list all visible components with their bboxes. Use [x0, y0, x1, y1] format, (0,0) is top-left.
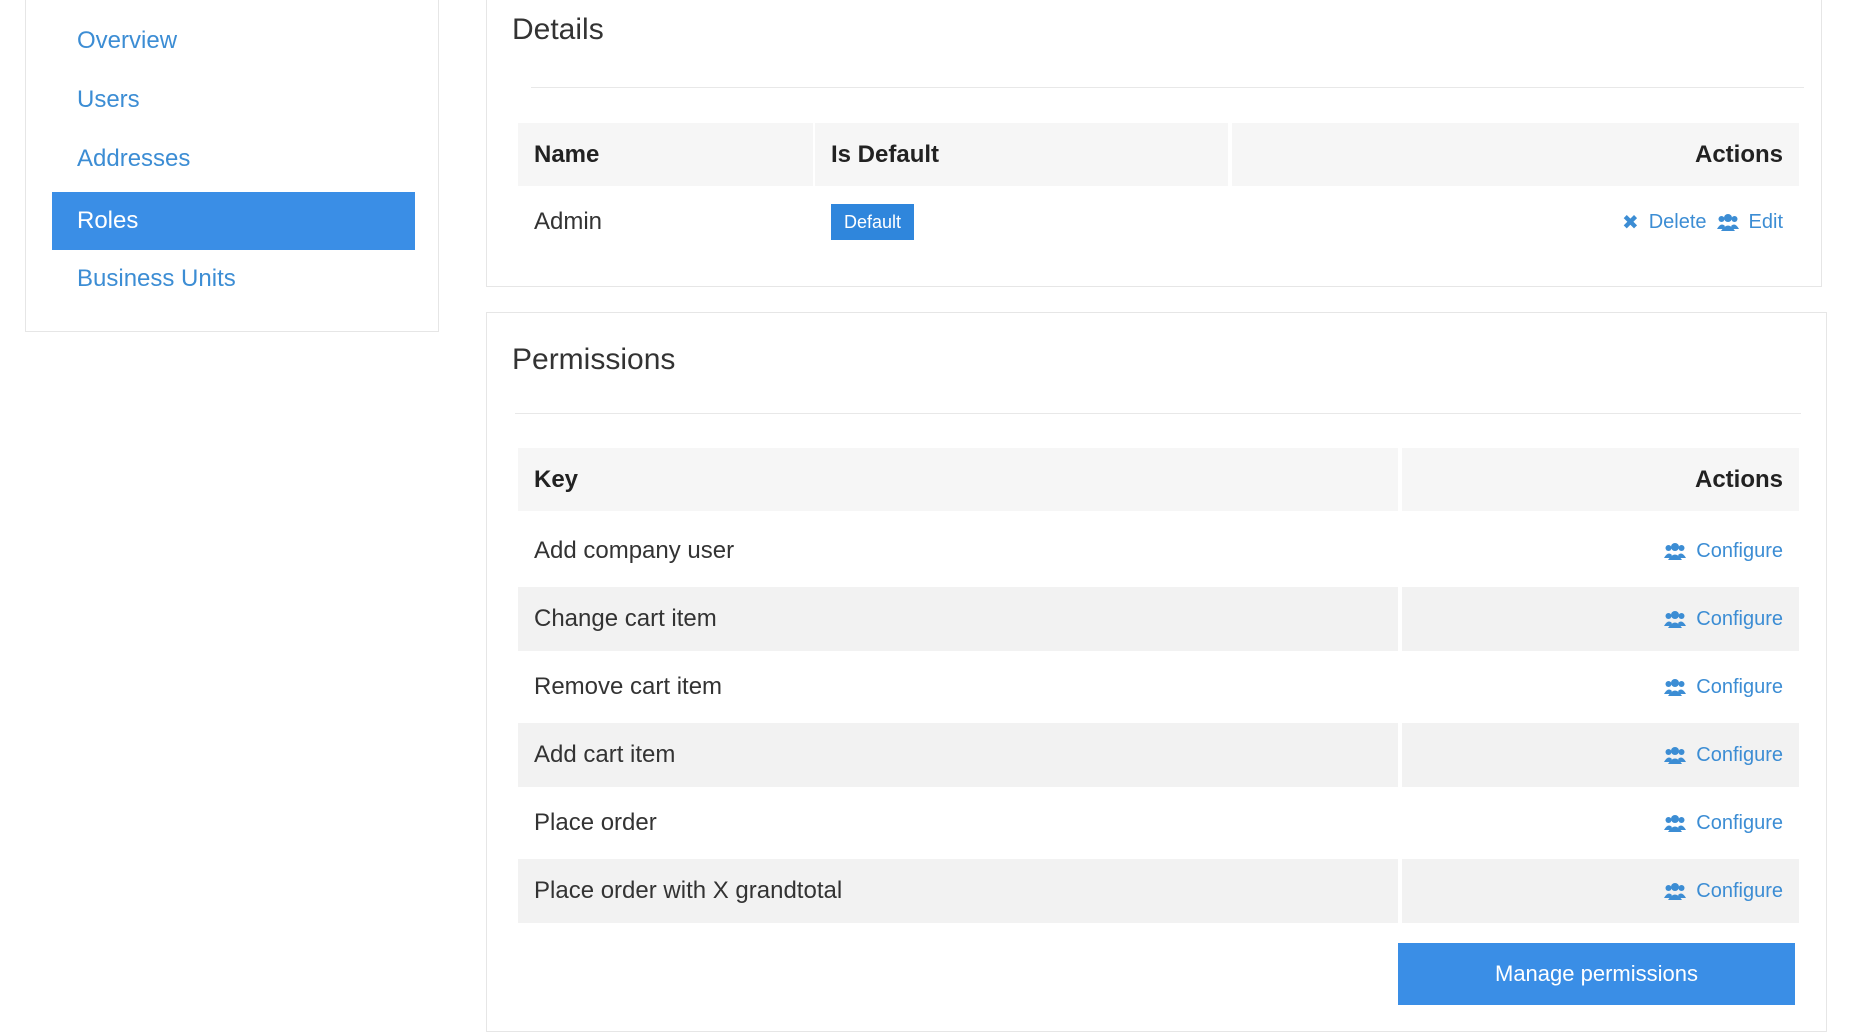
role-actions: ✖ Delete Edit	[1232, 194, 1799, 250]
sidebar-item-addresses[interactable]: Addresses	[52, 130, 415, 188]
sidebar-item-overview[interactable]: Overview	[52, 12, 415, 70]
default-cell: Default	[815, 194, 1228, 250]
edit-link[interactable]: Edit	[1716, 210, 1783, 234]
column-header-is-default: Is Default	[815, 123, 1228, 186]
column-header-key: Key	[518, 448, 1398, 511]
column-header-name: Name	[518, 123, 813, 186]
configure-link[interactable]: Configure	[1664, 540, 1783, 563]
close-icon: ✖	[1621, 211, 1639, 234]
permission-key: Add cart item	[534, 741, 676, 768]
permission-key: Add company user	[534, 537, 735, 564]
users-icon	[1664, 678, 1687, 696]
permission-row-actions: Configure	[1402, 655, 1799, 719]
delete-label: Delete	[1648, 210, 1707, 233]
permission-key: Place order	[534, 809, 657, 836]
configure-link[interactable]: Configure	[1664, 608, 1783, 631]
permission-key: Remove cart item	[534, 673, 723, 700]
permissions-title: Permissions	[512, 343, 676, 376]
default-badge[interactable]: Default	[831, 204, 915, 240]
role-name: Admin	[534, 208, 603, 235]
delete-link[interactable]: ✖ Delete	[1622, 210, 1707, 235]
configure-label: Configure	[1696, 879, 1783, 902]
permission-key: Place order with X grandtotal	[534, 877, 843, 904]
configure-link[interactable]: Configure	[1664, 880, 1783, 903]
details-divider	[531, 87, 1804, 88]
column-header-permission-actions: Actions	[1402, 448, 1799, 511]
configure-label: Configure	[1696, 743, 1783, 766]
permission-row-actions: Configure	[1402, 587, 1799, 651]
permission-row-actions: Configure	[1402, 723, 1799, 787]
permission-row-actions: Configure	[1402, 519, 1799, 583]
configure-label: Configure	[1696, 811, 1783, 834]
configure-label: Configure	[1696, 607, 1783, 630]
column-header-actions: Actions	[1232, 123, 1799, 186]
permission-key: Change cart item	[534, 605, 717, 632]
sidebar: Overview Users Addresses Roles Business …	[25, 0, 439, 332]
sidebar-item-users[interactable]: Users	[52, 71, 415, 129]
users-icon	[1664, 882, 1687, 900]
users-icon	[1664, 610, 1687, 628]
sidebar-item-roles[interactable]: Roles	[52, 192, 415, 250]
users-icon	[1664, 542, 1687, 560]
sidebar-item-business-units[interactable]: Business Units	[52, 250, 415, 308]
configure-link[interactable]: Configure	[1664, 744, 1783, 767]
details-title: Details	[512, 13, 604, 46]
configure-link[interactable]: Configure	[1664, 676, 1783, 699]
edit-label: Edit	[1748, 210, 1783, 233]
permission-row-actions: Configure	[1402, 791, 1799, 855]
permissions-divider	[515, 413, 1801, 414]
permission-row-actions: Configure	[1402, 859, 1799, 923]
users-icon	[1664, 814, 1687, 832]
users-icon	[1664, 746, 1687, 764]
permissions-panel: Permissions Key Actions Add company user…	[486, 312, 1827, 1032]
manage-permissions-button[interactable]: Manage permissions	[1398, 943, 1795, 1005]
configure-label: Configure	[1696, 675, 1783, 698]
configure-link[interactable]: Configure	[1664, 812, 1783, 835]
users-icon	[1716, 213, 1739, 231]
details-panel: Details Name Is Default Actions Admin De…	[486, 0, 1822, 287]
configure-label: Configure	[1696, 539, 1783, 562]
